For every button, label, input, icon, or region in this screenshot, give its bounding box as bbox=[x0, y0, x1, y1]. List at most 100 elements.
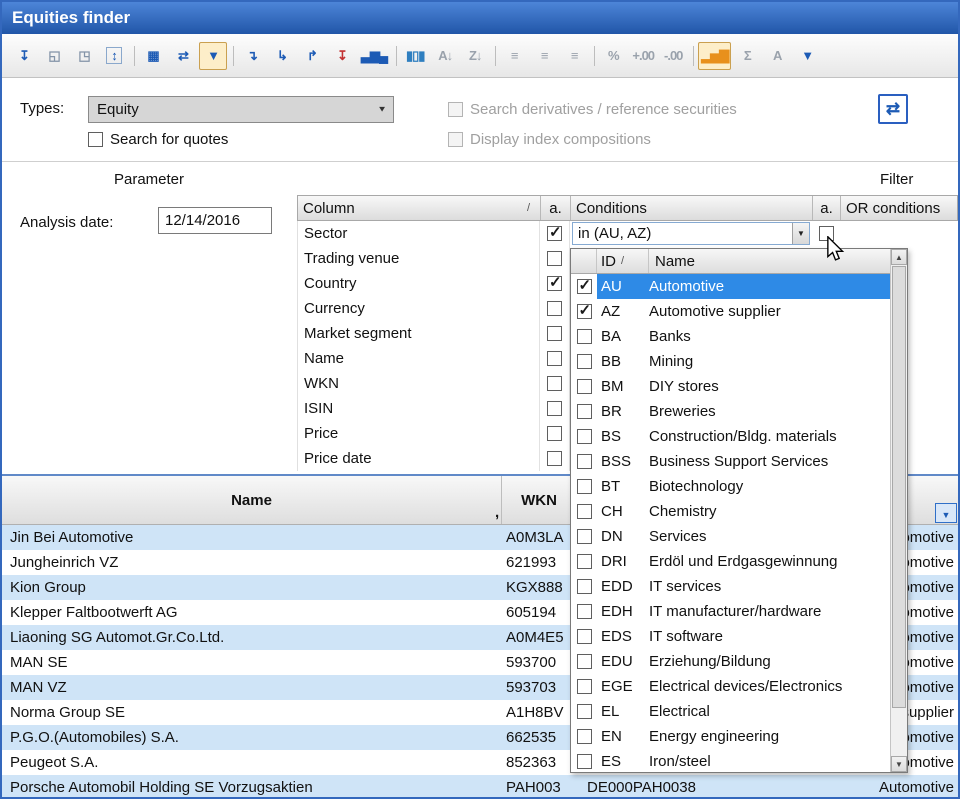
remove-level-icon[interactable]: ↧ bbox=[328, 42, 356, 70]
condition-dropdown-arrow-icon[interactable] bbox=[792, 223, 809, 244]
remove-decimal-icon[interactable]: -.00 bbox=[659, 42, 687, 70]
filter-active-checkbox[interactable] bbox=[547, 351, 562, 366]
font-icon[interactable]: A bbox=[763, 42, 791, 70]
align-left-icon[interactable]: ≡ bbox=[500, 42, 528, 70]
filter-active-checkbox[interactable] bbox=[547, 251, 562, 266]
filter-icon[interactable]: ▼ bbox=[199, 42, 227, 70]
sector-option[interactable]: EL Electrical bbox=[571, 699, 890, 724]
results-wkn-header[interactable]: WKN bbox=[502, 476, 577, 524]
search-for-quotes-checkbox[interactable] bbox=[88, 132, 103, 147]
or-conditions-header-cell[interactable]: OR conditions bbox=[841, 196, 957, 220]
filter-condition-cell[interactable]: in (AU, AZ) bbox=[570, 221, 812, 246]
title-bar[interactable]: Equities finder bbox=[2, 2, 958, 34]
refresh-icon[interactable]: ⇄ bbox=[169, 42, 197, 70]
sector-option-checkbox[interactable] bbox=[577, 704, 592, 719]
filter-active-checkbox[interactable] bbox=[547, 401, 562, 416]
sector-option-checkbox[interactable] bbox=[577, 329, 592, 344]
filter-column-name[interactable]: Sector bbox=[298, 221, 540, 246]
sector-option[interactable]: BT Biotechnology bbox=[571, 474, 890, 499]
zoom-region-icon[interactable]: ◳ bbox=[70, 42, 98, 70]
sector-option[interactable]: EGE Electrical devices/Electronics bbox=[571, 674, 890, 699]
condition-combobox[interactable]: in (AU, AZ) bbox=[572, 222, 810, 245]
filter-column-name[interactable]: ISIN bbox=[298, 396, 540, 421]
filter-column-name[interactable]: Price date bbox=[298, 446, 540, 471]
align-right-icon[interactable]: ≡ bbox=[560, 42, 588, 70]
filter-active-checkbox[interactable] bbox=[547, 326, 562, 341]
sort-ascending-icon[interactable]: A↓ bbox=[431, 42, 459, 70]
filter-active-checkbox[interactable] bbox=[547, 451, 562, 466]
filter-column-name[interactable]: Price bbox=[298, 421, 540, 446]
sector-option-checkbox[interactable] bbox=[577, 754, 592, 769]
sector-option-checkbox[interactable] bbox=[577, 629, 592, 644]
results-name-header[interactable]: Name bbox=[2, 476, 502, 524]
sector-option-checkbox[interactable] bbox=[577, 504, 592, 519]
sector-option-checkbox[interactable] bbox=[577, 604, 592, 619]
filter-column-name[interactable]: WKN bbox=[298, 371, 540, 396]
types-combobox[interactable]: Equity bbox=[88, 96, 394, 123]
add-decimal-icon[interactable]: +.00 bbox=[629, 42, 657, 70]
search-for-quotes-option[interactable]: Search for quotes bbox=[88, 131, 228, 148]
advanced-filter-icon[interactable]: ▼ bbox=[793, 42, 821, 70]
scroll-down-icon[interactable]: ▼ bbox=[891, 756, 907, 772]
active-header-cell[interactable]: a. bbox=[541, 196, 571, 220]
sector-name-header[interactable]: Name bbox=[649, 249, 890, 273]
sector-option[interactable]: CH Chemistry bbox=[571, 499, 890, 524]
sector-option[interactable]: BM DIY stores bbox=[571, 374, 890, 399]
display-index-checkbox[interactable] bbox=[448, 132, 463, 147]
sector-option-checkbox[interactable] bbox=[577, 554, 592, 569]
sector-option[interactable]: EDH IT manufacturer/hardware bbox=[571, 599, 890, 624]
sector-option[interactable]: AZ Automotive supplier bbox=[571, 299, 890, 324]
sector-option[interactable]: BB Mining bbox=[571, 349, 890, 374]
export-icon[interactable]: ↧ bbox=[10, 42, 38, 70]
dropdown-scrollbar[interactable]: ▲ ▼ bbox=[890, 249, 907, 772]
sector-option[interactable]: EDU Erziehung/Bildung bbox=[571, 649, 890, 674]
percent-icon[interactable]: % bbox=[599, 42, 627, 70]
scrollbar-thumb[interactable] bbox=[892, 266, 906, 708]
filter-active-checkbox[interactable] bbox=[547, 226, 562, 241]
sector-option[interactable]: ES Iron/steel bbox=[571, 749, 890, 772]
analysis-date-input[interactable] bbox=[158, 207, 272, 234]
bar-values-icon[interactable]: ▂▅▇ bbox=[698, 42, 731, 70]
sector-option-checkbox[interactable] bbox=[577, 654, 592, 669]
sector-option[interactable]: EDD IT services bbox=[571, 574, 890, 599]
sort-descending-icon[interactable]: Z↓ bbox=[461, 42, 489, 70]
column-filter-button[interactable] bbox=[935, 503, 957, 523]
sector-option-checkbox[interactable] bbox=[577, 304, 592, 319]
display-index-option[interactable]: Display index compositions bbox=[448, 131, 651, 148]
filter-grid-row[interactable]: Sector in (AU, AZ) bbox=[298, 221, 958, 246]
sector-option-checkbox[interactable] bbox=[577, 429, 592, 444]
filter-column-name[interactable]: Country bbox=[298, 271, 540, 296]
histogram-icon[interactable]: ▃▆▄ bbox=[358, 42, 390, 70]
or-active-header-cell[interactable]: a. bbox=[813, 196, 841, 220]
calendar-icon[interactable]: ▦ bbox=[139, 42, 167, 70]
sector-option-checkbox[interactable] bbox=[577, 479, 592, 494]
filter-active-checkbox[interactable] bbox=[547, 301, 562, 316]
sector-option[interactable]: EN Energy engineering bbox=[571, 724, 890, 749]
filter-column-name[interactable]: Name bbox=[298, 346, 540, 371]
sum-icon[interactable]: Σ bbox=[733, 42, 761, 70]
sector-option-checkbox[interactable] bbox=[577, 579, 592, 594]
expand-level-icon[interactable]: ↴ bbox=[238, 42, 266, 70]
sector-option-checkbox[interactable] bbox=[577, 679, 592, 694]
filter-active-checkbox[interactable] bbox=[547, 276, 562, 291]
column-header-cell[interactable]: Column / bbox=[298, 196, 541, 220]
sector-option[interactable]: AU Automotive bbox=[571, 274, 890, 299]
sector-option[interactable]: BR Breweries bbox=[571, 399, 890, 424]
branch-level-icon[interactable]: ↱ bbox=[298, 42, 326, 70]
scroll-up-icon[interactable]: ▲ bbox=[891, 249, 907, 265]
sector-option-checkbox[interactable] bbox=[577, 404, 592, 419]
search-derivatives-option[interactable]: Search derivatives / reference securitie… bbox=[448, 101, 737, 118]
sector-option-checkbox[interactable] bbox=[577, 379, 592, 394]
sector-option-checkbox[interactable] bbox=[577, 454, 592, 469]
filter-column-name[interactable]: Trading venue bbox=[298, 246, 540, 271]
fit-height-icon[interactable]: ↕ bbox=[100, 42, 128, 70]
result-row[interactable]: Porsche Automobil Holding SE Vorzugsakti… bbox=[2, 775, 958, 797]
sector-option-checkbox[interactable] bbox=[577, 729, 592, 744]
collapse-level-icon[interactable]: ↳ bbox=[268, 42, 296, 70]
distribution-icon[interactable]: ▮▯▮ bbox=[401, 42, 429, 70]
sector-option[interactable]: EDS IT software bbox=[571, 624, 890, 649]
sector-option[interactable]: DN Services bbox=[571, 524, 890, 549]
sector-option-checkbox[interactable] bbox=[577, 529, 592, 544]
sector-option[interactable]: BA Banks bbox=[571, 324, 890, 349]
sector-option[interactable]: BSS Business Support Services bbox=[571, 449, 890, 474]
